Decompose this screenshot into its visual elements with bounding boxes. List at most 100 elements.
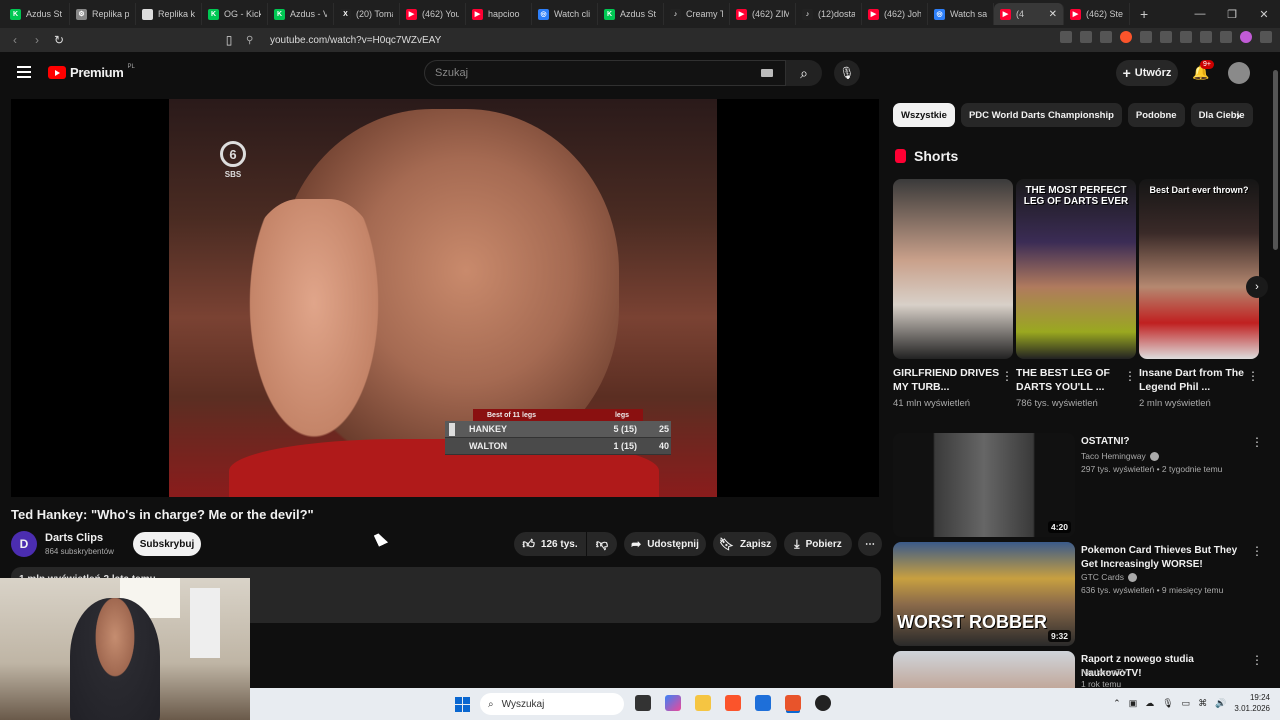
create-button[interactable]: + Utwórz <box>1116 60 1178 86</box>
browser-tab[interactable]: ▶ hapcioo <box>466 3 532 25</box>
video-thumbnail[interactable] <box>893 651 1075 688</box>
chip-for-you[interactable]: Dla Ciebie <box>1190 103 1253 127</box>
file-explorer-icon[interactable] <box>695 695 711 711</box>
shorts-next-button[interactable]: › <box>1246 276 1268 298</box>
browser-tab[interactable]: Replika k <box>136 3 202 25</box>
clock[interactable]: 19:24 3.01.2026 <box>1234 692 1270 714</box>
voice-search-button[interactable]: 🎙 <box>834 60 860 86</box>
new-tab-icon[interactable]: + <box>1140 6 1148 22</box>
short-thumbnail[interactable] <box>893 179 1013 359</box>
hamburger-menu-icon[interactable] <box>17 66 31 78</box>
browser-tab[interactable]: K Azdus St <box>4 3 70 25</box>
extension-icon[interactable] <box>1080 31 1092 43</box>
volume-icon[interactable]: 🔊 <box>1215 698 1226 709</box>
short-title[interactable]: THE BEST LEG OF DARTS YOU'LL ... <box>1016 366 1124 394</box>
display-icon[interactable]: ▭ <box>1182 698 1191 709</box>
url-field[interactable]: ⚲ youtube.com/watch?v=H0qc7WZvEAY <box>246 31 966 49</box>
restore-icon[interactable]: ❐ <box>1216 8 1248 21</box>
brave-active-icon[interactable] <box>785 695 801 711</box>
extension-icon[interactable] <box>1220 31 1232 43</box>
short-item[interactable]: THE MOST PERFECT LEG OF DARTS EVER THE B… <box>1016 179 1136 409</box>
short-title[interactable]: GIRLFRIEND DRIVES MY TURB... <box>893 366 1001 394</box>
extension-icon[interactable] <box>1060 31 1072 43</box>
video-title-link[interactable]: Pokemon Card Thieves But They Get Increa… <box>1081 544 1249 572</box>
channel-link[interactable]: GTC Cards <box>1081 572 1137 583</box>
extension-icon[interactable] <box>1140 31 1152 43</box>
page-scrollbar[interactable] <box>1270 52 1280 688</box>
browser-tab[interactable]: ▶ (462) Joh <box>862 3 928 25</box>
more-vert-icon[interactable]: ⋮ <box>1247 369 1259 383</box>
chevron-right-icon[interactable]: › <box>1236 108 1240 123</box>
site-settings-icon[interactable]: ⚲ <box>246 35 258 46</box>
copilot-icon[interactable] <box>665 695 681 711</box>
chevron-up-icon[interactable]: ⌃ <box>1113 698 1121 709</box>
browser-tab[interactable]: X (20) Toma <box>334 3 400 25</box>
recommended-video[interactable]: 4:20 OSTATNI? Taco Hemingway 297 tys. wy… <box>893 433 1268 537</box>
extension-icon[interactable] <box>1200 31 1212 43</box>
back-icon[interactable]: ‹ <box>4 33 26 47</box>
chip-all[interactable]: Wszystkie <box>893 103 955 127</box>
browser-tab[interactable]: ▶ (462) You <box>400 3 466 25</box>
save-button[interactable]: 🔖︎ Zapisz <box>713 532 777 556</box>
browser-tab[interactable]: ▶ (462) Stey <box>1064 3 1130 25</box>
reload-icon[interactable]: ↻ <box>48 33 70 47</box>
bookmark-icon[interactable]: ▯ <box>218 33 240 47</box>
more-vert-icon[interactable]: ⋮ <box>1251 544 1263 558</box>
forward-icon[interactable]: › <box>26 33 48 47</box>
windows-start-icon[interactable] <box>455 697 470 712</box>
short-title[interactable]: Insane Dart from The Legend Phil ... <box>1139 366 1247 394</box>
keyboard-icon[interactable] <box>761 69 773 77</box>
extension-icon[interactable] <box>1100 31 1112 43</box>
dislike-button[interactable]: 👎︎ <box>587 532 617 556</box>
chip-related[interactable]: Podobne <box>1127 103 1185 127</box>
app-icon[interactable] <box>815 695 831 711</box>
video-title-link[interactable]: OSTATNI? <box>1081 435 1249 449</box>
like-button[interactable]: 👍︎ 126 tys. <box>514 532 586 556</box>
brave-icon[interactable] <box>725 695 741 711</box>
search-button[interactable]: ⌕ <box>786 60 822 86</box>
brave-shield-icon[interactable] <box>1120 31 1132 43</box>
short-item[interactable]: Best Dart ever thrown? Insane Dart from … <box>1139 179 1259 409</box>
short-item[interactable]: GIRLFRIEND DRIVES MY TURB... 41 mln wyśw… <box>893 179 1013 409</box>
video-thumbnail[interactable]: WORST ROBBER 9:32 <box>893 542 1075 646</box>
store-icon[interactable] <box>755 695 771 711</box>
recommended-video[interactable]: Raport z nowego studia NaukowoTV! Naukow… <box>893 651 1268 688</box>
close-tab-icon[interactable]: ✕ <box>1049 9 1057 20</box>
app-tray-icon[interactable]: ▣ <box>1129 698 1138 709</box>
microphone-icon[interactable]: 🎙 <box>1162 698 1173 709</box>
extension-icon[interactable] <box>1180 31 1192 43</box>
more-vert-icon[interactable]: ⋮ <box>1251 653 1263 667</box>
more-actions-button[interactable]: ⋯ <box>858 532 882 556</box>
channel-avatar[interactable]: D <box>11 531 37 557</box>
short-thumbnail[interactable]: Best Dart ever thrown? <box>1139 179 1259 359</box>
browser-tab[interactable]: K OG - Kick <box>202 3 268 25</box>
minimize-icon[interactable]: — <box>1184 8 1216 20</box>
channel-name[interactable]: Darts Clips <box>45 532 103 544</box>
profile-icon[interactable] <box>1240 31 1252 43</box>
browser-tab[interactable]: ▶ (4 ✕ <box>994 3 1064 25</box>
browser-tab[interactable]: K Azdus - V <box>268 3 334 25</box>
more-vert-icon[interactable]: ⋮ <box>1001 369 1013 383</box>
browser-tab[interactable]: ♪ (12)dosta <box>796 3 862 25</box>
task-view-icon[interactable] <box>635 695 651 711</box>
more-vert-icon[interactable]: ⋮ <box>1251 435 1263 449</box>
short-thumbnail[interactable]: THE MOST PERFECT LEG OF DARTS EVER <box>1016 179 1136 359</box>
recommended-video[interactable]: WORST ROBBER 9:32 Pokemon Card Thieves B… <box>893 542 1268 646</box>
account-avatar[interactable] <box>1228 62 1250 84</box>
browser-tab[interactable]: ◎ Watch cli <box>532 3 598 25</box>
notifications-button[interactable]: 🔔 9+ <box>1192 60 1214 81</box>
video-thumbnail[interactable]: 4:20 <box>893 433 1075 537</box>
video-player[interactable]: 6 SBS Best of 11 legs legs HANKEY 5 (15)… <box>11 99 879 497</box>
taskbar-search[interactable]: ⌕ Wyszukaj <box>480 693 624 715</box>
scrollbar-thumb[interactable] <box>1273 70 1278 250</box>
browser-tab[interactable]: ▶ (462) ZIM <box>730 3 796 25</box>
browser-tab[interactable]: K Azdus St <box>598 3 664 25</box>
share-button[interactable]: ➦ Udostępnij <box>624 532 706 556</box>
browser-tab[interactable]: ⚙ Replika p <box>70 3 136 25</box>
more-vert-icon[interactable]: ⋮ <box>1124 369 1136 383</box>
youtube-logo[interactable]: Premium PL <box>48 64 135 80</box>
chip-pdc[interactable]: PDC World Darts Championship <box>960 103 1122 127</box>
browser-tab[interactable]: ◎ Watch sa <box>928 3 994 25</box>
channel-link[interactable]: Taco Hemingway <box>1081 451 1159 462</box>
network-icon[interactable]: ⌘ <box>1198 698 1207 709</box>
